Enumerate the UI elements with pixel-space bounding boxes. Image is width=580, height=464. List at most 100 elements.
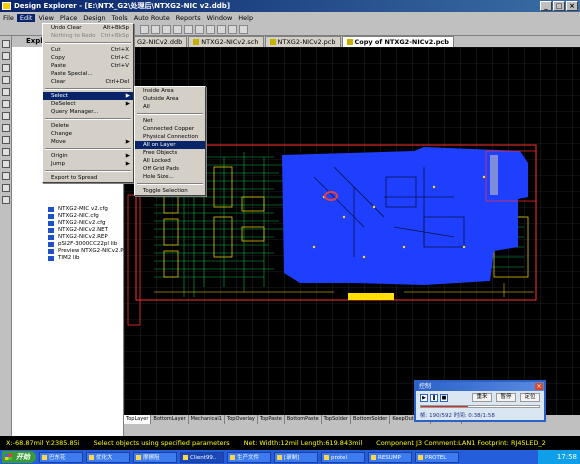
menu-edit[interactable]: Edit xyxy=(16,13,36,22)
tab-sch[interactable]: NTXG2-NICv2.sch xyxy=(188,36,264,47)
menu-item-paste[interactable]: Paste Ctrl+V xyxy=(43,62,133,70)
menu-item-off-grid-pads[interactable]: Off Grid Pads xyxy=(135,165,205,173)
taskbar-item[interactable]: protel xyxy=(321,451,365,463)
progress-bar[interactable] xyxy=(420,405,540,408)
menu-item-all-on-layer[interactable]: All on Layer xyxy=(135,141,205,149)
room-tool-icon[interactable] xyxy=(2,172,10,180)
menu-item-select[interactable]: Select ▶ xyxy=(43,92,133,100)
tree-file[interactable]: NTXG2-NIC.cfg xyxy=(12,213,124,220)
menu-item-cut[interactable]: Cut Ctrl+X xyxy=(43,46,133,54)
minimize-button[interactable]: _ xyxy=(540,1,552,11)
zoom-fit-icon[interactable] xyxy=(162,24,171,34)
menu-help[interactable]: Help xyxy=(235,14,256,22)
fill-tool-icon[interactable] xyxy=(2,136,10,144)
restart-button[interactable]: 重来 xyxy=(472,393,492,402)
taskbar-item[interactable]: PROTEL xyxy=(415,451,459,463)
tree-file[interactable]: NTXG2-NICv2.NET xyxy=(12,227,124,234)
play-icon[interactable]: ▶ xyxy=(420,394,428,402)
taskbar-item[interactable]: [录制] xyxy=(274,451,318,463)
text-tool-icon[interactable] xyxy=(2,88,10,96)
tab-pcb[interactable]: NTXG2-NICv2.pcb xyxy=(264,36,341,47)
menu-item-clear[interactable]: Clear Ctrl+Del xyxy=(43,78,133,86)
tree-file[interactable]: NTXG2-NICv2.cfg xyxy=(12,220,124,227)
taskbar-item[interactable]: 巴东花 xyxy=(39,451,83,463)
dimension-tool-icon[interactable] xyxy=(2,112,10,120)
taskbar-item[interactable]: RESUMP xyxy=(368,451,412,463)
close-icon[interactable]: × xyxy=(535,383,543,390)
deselect-icon[interactable] xyxy=(195,24,204,34)
array-tool-icon[interactable] xyxy=(2,184,10,192)
menu-file[interactable]: File xyxy=(0,14,17,22)
menu-window[interactable]: Window xyxy=(204,14,236,22)
layer-tab-top-overlay[interactable]: TopOverlay xyxy=(225,415,258,424)
menu-item-inside-area[interactable]: Inside Area xyxy=(135,87,205,95)
cross-icon[interactable] xyxy=(206,24,215,34)
layer-tab-bottom[interactable]: BottomLayer xyxy=(151,415,189,424)
layer-tab-mechanical1[interactable]: Mechanical1 xyxy=(189,415,225,424)
menu-item-toggle-selection[interactable]: Toggle Selection xyxy=(135,187,205,195)
tree-file[interactable]: Preview NTXG2-NICv2.PCB xyxy=(12,248,131,255)
start-button[interactable]: 开始 xyxy=(2,451,36,463)
polygon-tool-icon[interactable] xyxy=(2,148,10,156)
menu-item-origin[interactable]: Origin ▶ xyxy=(43,152,133,160)
layer-tab-top-paste[interactable]: TopPaste xyxy=(258,415,285,424)
menu-item-change[interactable]: Change xyxy=(43,130,133,138)
layer-tab-top-solder[interactable]: TopSolder xyxy=(322,415,352,424)
menu-item-all[interactable]: All xyxy=(135,103,205,111)
locate-button[interactable]: 定位 xyxy=(520,393,540,402)
menu-item-all-locked[interactable]: All Locked xyxy=(135,157,205,165)
menu-item-export-to-spread[interactable]: Export to Spread xyxy=(43,174,133,182)
menu-item-free-objects[interactable]: Free Objects xyxy=(135,149,205,157)
component-tool-icon[interactable] xyxy=(2,160,10,168)
menu-auto-route[interactable]: Auto Route xyxy=(131,14,173,22)
zoom-in-icon[interactable] xyxy=(140,24,149,34)
undo-icon[interactable] xyxy=(217,24,226,34)
maximize-button[interactable]: □ xyxy=(553,1,565,11)
line-tool-icon[interactable] xyxy=(2,52,10,60)
menu-view[interactable]: View xyxy=(35,14,56,22)
menu-item-move[interactable]: Move ▶ xyxy=(43,138,133,146)
menu-reports[interactable]: Reports xyxy=(173,14,204,22)
taskbar-item[interactable]: 生产文件 xyxy=(227,451,271,463)
tree-file[interactable]: NTXG2-MIC v2.cfg xyxy=(12,206,124,213)
select-icon[interactable] xyxy=(173,24,182,34)
wire-tool-icon[interactable] xyxy=(2,40,10,48)
taskbar-item[interactable]: 摩擦阻 xyxy=(133,451,177,463)
menu-item-copy[interactable]: Copy Ctrl+C xyxy=(43,54,133,62)
stop-icon[interactable]: ■ xyxy=(440,394,448,402)
layer-tab-top[interactable]: TopLayer xyxy=(124,415,152,424)
menu-item-redo[interactable]: Nothing to Redo Ctrl+BkSp xyxy=(43,32,133,40)
circle-tool-icon[interactable] xyxy=(2,196,10,204)
zoom-out-icon[interactable] xyxy=(151,24,160,34)
tree-file[interactable]: TIM2 lib xyxy=(12,255,124,262)
menu-item-jump[interactable]: Jump ▶ xyxy=(43,160,133,168)
help-icon[interactable] xyxy=(239,24,248,34)
layer-tab-bottom-solder[interactable]: BottomSolder xyxy=(351,415,391,424)
arc-tool-icon[interactable] xyxy=(2,124,10,132)
menu-item-outside-area[interactable]: Outside Area xyxy=(135,95,205,103)
menu-item-paste-special[interactable]: Paste Special... xyxy=(43,70,133,78)
pause-button[interactable]: 暂停 xyxy=(496,393,516,402)
via-tool-icon[interactable] xyxy=(2,76,10,84)
close-button[interactable]: × xyxy=(566,1,578,11)
taskbar-item[interactable]: 优化大 xyxy=(86,451,130,463)
menu-item-physical-connection[interactable]: Physical Connection xyxy=(135,133,205,141)
taskbar-item[interactable]: Client99.. xyxy=(180,451,224,463)
menu-place[interactable]: Place xyxy=(57,14,80,22)
tree-file[interactable]: NTXG2-NICv2.REP xyxy=(12,234,124,241)
menu-tools[interactable]: Tools xyxy=(109,14,131,22)
menu-item-net[interactable]: Net xyxy=(135,117,205,125)
menu-design[interactable]: Design xyxy=(80,14,108,22)
menu-item-undo[interactable]: Undo Clear Alt+BkSp xyxy=(43,24,133,32)
layer-tab-bottom-paste[interactable]: BottomPaste xyxy=(285,415,322,424)
move-icon[interactable] xyxy=(184,24,193,34)
coordinate-tool-icon[interactable] xyxy=(2,100,10,108)
redo-icon[interactable] xyxy=(228,24,237,34)
menu-item-connected-copper[interactable]: Connected Copper xyxy=(135,125,205,133)
pad-tool-icon[interactable] xyxy=(2,64,10,72)
menu-item-hole-size[interactable]: Hole Size... xyxy=(135,173,205,181)
tab-copy-pcb[interactable]: Copy of NTXG2-NICv2.pcb xyxy=(341,36,454,47)
pause-icon[interactable]: ❚ xyxy=(430,394,438,402)
menu-item-query-manager[interactable]: Query Manager... xyxy=(43,108,133,116)
menu-item-delete[interactable]: Delete xyxy=(43,122,133,130)
